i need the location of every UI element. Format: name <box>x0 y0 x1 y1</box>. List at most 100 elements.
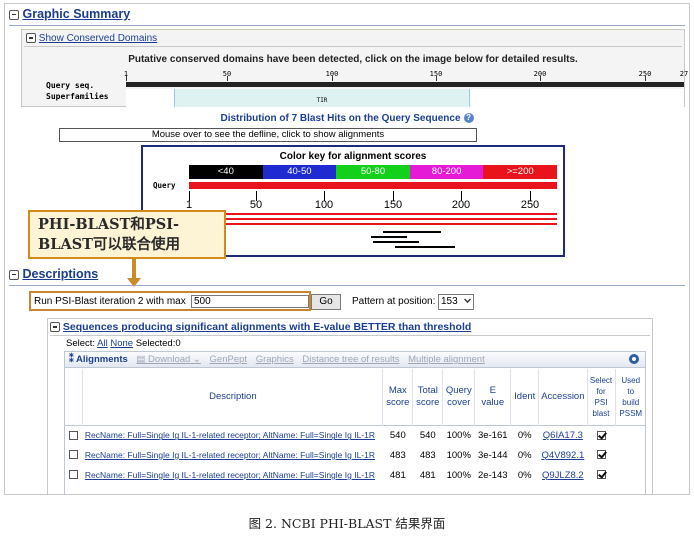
superfamilies-label: Superfamilies <box>46 92 109 101</box>
query-sequence-bar[interactable] <box>126 82 684 87</box>
superfamilies-track: TIR <box>126 89 684 107</box>
row-description-link[interactable]: RecName: Full=Single Ig IL-1-related rec… <box>83 445 383 465</box>
header-line: cover <box>447 396 471 408</box>
row-max-score: 483 <box>389 449 406 461</box>
select-all-link[interactable]: All <box>97 338 108 349</box>
go-button[interactable]: Go <box>311 294 341 310</box>
psi-select-checkbox[interactable] <box>596 450 606 460</box>
distance-tree-link[interactable]: Distance tree of results <box>302 354 399 365</box>
description-header[interactable]: Description <box>82 369 383 425</box>
color-key-cell: 40-50 <box>262 165 337 179</box>
alignments-tab[interactable]: ⁑ Alignments <box>69 354 128 365</box>
conserved-domains-panel[interactable]: Show Conserved Domains Putative conserve… <box>21 29 688 107</box>
pattern-position-label: Pattern at position: <box>352 296 436 307</box>
row-query-cover: 100% <box>446 449 471 461</box>
alignments-label: Alignments <box>76 354 128 365</box>
axis-tick-label: 250 <box>520 199 540 211</box>
axis-tick-label: 50 <box>249 199 263 211</box>
select-psi-header: Select for PSI blast <box>586 369 615 425</box>
row-accession-link[interactable]: Q6IA17.3 <box>539 425 587 445</box>
max-score-header[interactable]: Max score <box>382 369 413 425</box>
header-line: score <box>416 396 440 408</box>
show-conserved-domains-toggle[interactable]: Show Conserved Domains <box>26 33 157 44</box>
row-description-link[interactable]: RecName: Full=Single Ig IL-1-related rec… <box>83 425 383 445</box>
psi-select-checkbox[interactable] <box>596 470 606 480</box>
psi-select-checkbox[interactable] <box>596 430 606 440</box>
figure-caption: 图 2. NCBI PHI-BLAST 结果界面 <box>248 516 446 531</box>
descriptions-title[interactable]: Descriptions <box>22 267 98 281</box>
chevron-down-icon <box>464 296 471 303</box>
row-total-score: 481 <box>419 469 436 481</box>
collapse-icon[interactable] <box>50 322 60 333</box>
color-key-title: Color key for alignment scores <box>279 151 427 162</box>
header-line: Select <box>589 375 613 385</box>
graphic-summary-title[interactable]: Graphic Summary <box>22 7 130 21</box>
sequences-toggle[interactable]: Sequences producing significant alignmen… <box>50 321 471 333</box>
row-accession-link[interactable]: Q9JLZ8.2 <box>539 465 587 485</box>
psi-select-cell <box>587 465 615 485</box>
hit-bar[interactable] <box>371 236 407 238</box>
total-score-header[interactable]: Total score <box>412 369 443 425</box>
row-e-value: 3e-144 <box>477 449 508 461</box>
graphic-summary-toggle[interactable]: Graphic Summary <box>9 7 130 21</box>
defline-display: Mouse over to see the defline, click to … <box>59 128 477 142</box>
e-value-header[interactable]: Evalue <box>474 369 511 425</box>
color-key: <40 40-50 50-80 80-200 >=200 <box>189 165 557 179</box>
header-line: Used <box>621 375 641 385</box>
distribution-title: Distribution of 7 Blast Hits on the Quer… <box>5 113 689 124</box>
psi-select-cell <box>587 425 615 445</box>
download-button[interactable]: ▤ Download ⌄ <box>136 354 200 365</box>
tir-domain[interactable]: TIR <box>174 89 470 107</box>
row-checkbox[interactable] <box>69 430 79 440</box>
section-divider <box>9 285 685 286</box>
query-seq-label: Query seq. <box>46 81 95 90</box>
color-key-cell: <40 <box>189 165 263 179</box>
row-accession-link[interactable]: Q4V892.1 <box>539 445 587 465</box>
sequences-heading[interactable]: Sequences producing significant alignmen… <box>63 321 471 333</box>
collapse-icon[interactable] <box>26 33 36 44</box>
hit-bar[interactable] <box>189 213 557 215</box>
row-checkbox[interactable] <box>69 450 79 460</box>
callout-line: PHI-BLAST和PSI- <box>38 216 180 233</box>
color-key-cell: >=200 <box>483 165 557 179</box>
row-total-score: 483 <box>419 449 436 461</box>
header-line: PSSM <box>619 408 643 418</box>
row-description-link[interactable]: RecName: Full=Single Ig IL-1-related rec… <box>83 465 383 485</box>
pattern-position-select[interactable]: 153 <box>438 294 474 310</box>
query-cover-header[interactable]: Query cover <box>442 369 475 425</box>
max-target-input[interactable]: 500 <box>191 295 309 308</box>
gear-icon[interactable] <box>629 354 639 364</box>
header-line: value <box>481 396 505 408</box>
download-label: Download <box>148 354 191 365</box>
pssm-cell <box>615 445 646 465</box>
row-total-score: 540 <box>419 429 436 441</box>
ident-header[interactable]: Ident <box>510 369 539 425</box>
accession-header[interactable]: Accession <box>538 369 588 425</box>
hit-bar[interactable] <box>395 246 455 248</box>
multiple-alignment-link[interactable]: Multiple alignment <box>408 354 485 365</box>
header-line: to <box>627 386 635 396</box>
help-icon[interactable]: ? <box>463 113 474 124</box>
hit-bar[interactable] <box>373 241 419 243</box>
row-select-cell <box>65 425 83 445</box>
descriptions-toggle[interactable]: Descriptions <box>9 267 98 281</box>
show-conserved-domains-link[interactable]: Show Conserved Domains <box>39 33 157 44</box>
collapse-icon[interactable] <box>9 269 19 280</box>
callout-line: BLAST可以联合使用 <box>38 236 180 253</box>
callout-arrow <box>132 259 136 279</box>
pssm-cell <box>615 425 646 445</box>
row-ident: 0% <box>517 469 532 481</box>
graphics-link[interactable]: Graphics <box>256 354 294 365</box>
axis-tick-label: 100 <box>314 199 334 211</box>
hit-bar[interactable] <box>383 231 441 233</box>
table-row: RecName: Full=Single Ig IL-1-related rec… <box>65 445 646 465</box>
select-none-link[interactable]: None <box>110 338 133 349</box>
row-select-cell <box>65 465 83 485</box>
row-query-cover: 100% <box>446 429 471 441</box>
collapse-icon[interactable] <box>9 9 19 20</box>
psi-select-cell <box>587 445 615 465</box>
row-checkbox[interactable] <box>69 470 79 480</box>
hit-bar[interactable] <box>189 218 557 220</box>
genpept-link[interactable]: GenPept <box>210 354 248 365</box>
hit-bar[interactable] <box>189 223 557 225</box>
